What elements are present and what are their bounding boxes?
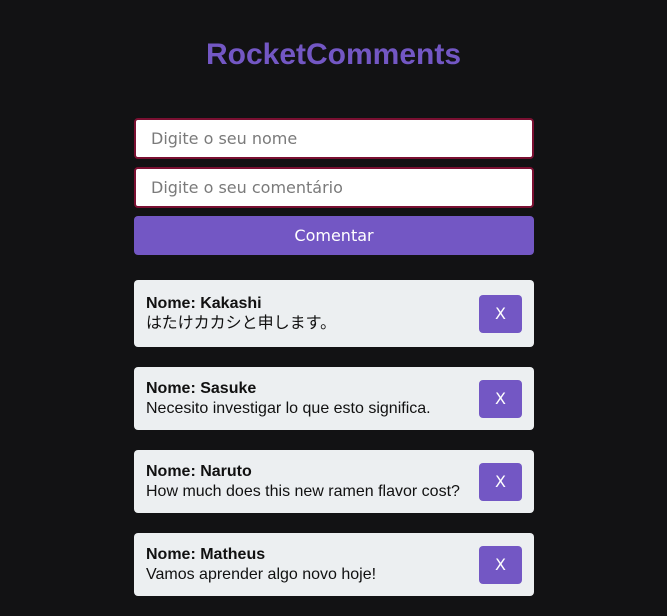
comment-card: Nome: Sasuke Necesito investigar lo que …: [134, 367, 534, 430]
name-input[interactable]: [134, 118, 534, 159]
comment-body: Nome: Kakashi はたけカカシと申します。: [146, 294, 336, 334]
comment-body: Nome: Sasuke Necesito investigar lo que …: [146, 379, 431, 419]
comment-message: Necesito investigar lo que esto signific…: [146, 399, 431, 417]
app-root: RocketComments Comentar Nome: Kakashi はた…: [0, 0, 667, 616]
comment-card: Nome: Matheus Vamos aprender algo novo h…: [134, 533, 534, 596]
comment-card: Nome: Naruto How much does this new rame…: [134, 450, 534, 513]
delete-comment-button[interactable]: X: [479, 379, 522, 418]
comment-card: Nome: Kakashi はたけカカシと申します。 X: [134, 280, 534, 347]
comment-author: Nome: Kakashi: [146, 294, 262, 312]
comment-body: Nome: Naruto How much does this new rame…: [146, 462, 460, 502]
comment-message: How much does this new ramen flavor cost…: [146, 482, 460, 500]
comment-form: Comentar: [134, 118, 534, 255]
comment-list: Nome: Kakashi はたけカカシと申します。 X Nome: Sasuk…: [134, 280, 534, 596]
comment-message: はたけカカシと申します。: [146, 314, 337, 332]
delete-comment-button[interactable]: X: [479, 545, 522, 584]
app-title: RocketComments: [205, 38, 462, 71]
comment-input[interactable]: [134, 167, 534, 208]
comment-message: Vamos aprender algo novo hoje!: [146, 565, 377, 583]
comment-submit-button[interactable]: Comentar: [134, 216, 534, 255]
comment-author: Nome: Sasuke: [146, 379, 257, 397]
delete-comment-button[interactable]: X: [479, 294, 522, 333]
delete-comment-button[interactable]: X: [479, 462, 522, 501]
comment-body: Nome: Matheus Vamos aprender algo novo h…: [146, 545, 376, 585]
comment-author: Nome: Matheus: [146, 545, 266, 563]
comment-author: Nome: Naruto: [146, 462, 252, 480]
